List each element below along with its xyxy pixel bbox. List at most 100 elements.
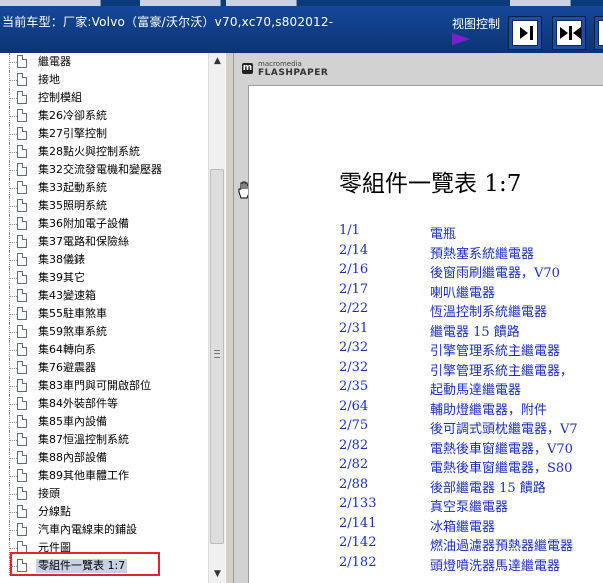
tree-connector-line bbox=[10, 260, 17, 261]
tree-connector-line bbox=[10, 296, 17, 297]
grip-icon bbox=[214, 350, 220, 358]
tree-item[interactable]: 集59煞車系統 bbox=[0, 323, 208, 341]
tree-item-label: 接頭 bbox=[38, 487, 60, 500]
component-name: 真空泵繼電器 bbox=[430, 500, 509, 515]
tree-connector-line bbox=[10, 62, 17, 63]
tree-item[interactable]: 集37電路和保險絲 bbox=[0, 233, 208, 251]
tree-item[interactable]: 集33起動系統 bbox=[0, 179, 208, 197]
tree-item[interactable]: 集43變速箱 bbox=[0, 287, 208, 305]
tree-item[interactable]: 集28點火與控制系統 bbox=[0, 143, 208, 161]
tree-item-label: 集27引擎控制 bbox=[38, 127, 107, 140]
document-icon bbox=[17, 127, 27, 140]
document-icon bbox=[17, 415, 27, 428]
tree-connector-line bbox=[10, 386, 17, 387]
arrow-left-bar-icon bbox=[598, 20, 603, 46]
view-fit-button[interactable] bbox=[552, 16, 586, 50]
tree-item-label: 分線點 bbox=[38, 505, 71, 518]
component-tree-panel: 繼電器接地控制模組集26冷卻系統集27引擎控制集28點火與控制系統集32交流發電… bbox=[0, 53, 208, 583]
tree-item[interactable]: 繼電器 bbox=[0, 53, 208, 71]
tree-item[interactable]: 集83車門與可開啟部位 bbox=[0, 377, 208, 395]
tree-item[interactable]: 集32交流發電機和變壓器 bbox=[0, 161, 208, 179]
document-icon bbox=[17, 523, 27, 536]
tree-item[interactable]: 分線點 bbox=[0, 503, 208, 521]
flashpaper-viewer: m macromedia FLASHPAPER 零組件一覽表 1:7 1/1 電瓶… bbox=[234, 53, 603, 583]
view-prev-button[interactable] bbox=[594, 16, 603, 50]
tree-item[interactable]: 集88內部設備 bbox=[0, 449, 208, 467]
tree-connector-line bbox=[10, 170, 17, 171]
component-name: 引擎管理系統主繼電器， bbox=[430, 363, 574, 379]
tree-item[interactable]: 集85車內設備 bbox=[0, 413, 208, 431]
tree-item[interactable]: 集89其他車體工作 bbox=[0, 467, 208, 485]
tree-connector-line bbox=[10, 116, 17, 117]
tree-item-label: 集33起動系統 bbox=[38, 181, 107, 194]
component-code: 2/88 bbox=[339, 476, 369, 492]
tree-item[interactable]: 控制模組 bbox=[0, 89, 208, 107]
component-code: 2/141 bbox=[339, 515, 377, 531]
document-icon bbox=[17, 451, 27, 464]
tree-connector-line bbox=[10, 224, 17, 225]
tree-item-label: 集43變速箱 bbox=[38, 289, 96, 302]
macromedia-logo-icon: m bbox=[242, 63, 253, 74]
tree-connector-line bbox=[10, 98, 17, 99]
page-title: 零組件一覽表 1:7 bbox=[339, 171, 522, 197]
component-name: 喇叭繼電器 bbox=[430, 285, 496, 301]
scroll-down-arrow-icon[interactable]: ▼ bbox=[209, 566, 226, 583]
component-code: 1/1 bbox=[339, 223, 360, 238]
tree-connector-line bbox=[10, 404, 17, 405]
tree-item-label: 集38儀錶 bbox=[38, 253, 85, 266]
document-page[interactable]: 零組件一覽表 1:7 1/1 電瓶 2/14 預熱塞系統繼電器 2/16 後窗雨刷繼電器，… bbox=[248, 85, 603, 583]
component-name: 燃油過濾器預熱器繼電器 bbox=[430, 539, 574, 554]
tree-item-label: 控制模組 bbox=[38, 91, 82, 104]
document-icon bbox=[17, 109, 27, 122]
component-code: 2/22 bbox=[339, 301, 369, 316]
tree-connector-line bbox=[10, 440, 17, 441]
tree-item-label: 繼電器 bbox=[38, 55, 71, 68]
component-name: 輔助燈繼電器，附件 bbox=[430, 402, 548, 418]
document-icon bbox=[17, 55, 27, 68]
document-icon bbox=[17, 217, 27, 230]
component-name: 恆溫控制系統繼電器 bbox=[430, 305, 548, 320]
tree-item[interactable]: 集87恒溫控制系統 bbox=[0, 431, 208, 449]
tree-item-label: 集84外裝部件等 bbox=[38, 397, 118, 410]
pane-splitter[interactable] bbox=[225, 53, 234, 583]
view-control-label: 视图控制 bbox=[452, 17, 501, 31]
current-model-title: 当前车型：厂家:Volvo（富豪/沃尔沃）v70,xc70,s802012- bbox=[2, 15, 334, 29]
view-next-button[interactable] bbox=[508, 16, 542, 50]
document-icon bbox=[17, 91, 27, 104]
tree-item[interactable]: 集36附加電子設備 bbox=[0, 215, 208, 233]
tree-connector-line bbox=[10, 188, 17, 189]
tree-connector-line bbox=[10, 152, 17, 153]
component-name: 頭燈噴洗器馬達繼電器 bbox=[430, 558, 561, 574]
tree-scrollbar[interactable]: ▲ ▼ bbox=[208, 53, 226, 583]
tree-item-label: 集83車門與可開啟部位 bbox=[38, 379, 151, 392]
tree-item[interactable]: 集64轉向系 bbox=[0, 341, 208, 359]
document-icon bbox=[17, 289, 27, 302]
tree-item-label: 集28點火與控制系統 bbox=[38, 145, 140, 158]
tree-item[interactable]: 集55駐車煞車 bbox=[0, 305, 208, 323]
tree-item[interactable]: 集76避震器 bbox=[0, 359, 208, 377]
tree-item-label: 集32交流發電機和變壓器 bbox=[38, 163, 162, 176]
document-icon bbox=[17, 253, 27, 266]
tree-connector-line bbox=[10, 368, 17, 369]
tree-item[interactable]: 集27引擎控制 bbox=[0, 125, 208, 143]
tree-connector-line bbox=[10, 548, 17, 549]
tree-item[interactable]: 集26冷卻系統 bbox=[0, 107, 208, 125]
play-arrow-icon[interactable] bbox=[452, 33, 470, 45]
tree-item[interactable]: 集35照明系統 bbox=[0, 197, 208, 215]
tree-item[interactable]: 接地 bbox=[0, 71, 208, 89]
tree-item[interactable]: 集38儀錶 bbox=[0, 251, 208, 269]
tree-connector-line bbox=[10, 530, 17, 531]
tree-connector-line bbox=[10, 512, 17, 513]
tree-item[interactable]: 集84外裝部件等 bbox=[0, 395, 208, 413]
component-code: 2/82 bbox=[339, 457, 369, 472]
tree-connector-line bbox=[10, 242, 17, 243]
document-icon bbox=[17, 505, 27, 518]
tree-item[interactable]: 接頭 bbox=[0, 485, 208, 503]
tree-connector-line bbox=[10, 494, 17, 495]
tree-item[interactable]: 集39其它 bbox=[0, 269, 208, 287]
tree-item[interactable]: 汽車內電線束的鋪設 bbox=[0, 521, 208, 539]
scroll-up-arrow-icon[interactable]: ▲ bbox=[209, 53, 226, 70]
scrollbar-thumb[interactable] bbox=[210, 169, 224, 544]
component-code: 2/14 bbox=[339, 242, 369, 258]
document-icon bbox=[17, 361, 27, 374]
